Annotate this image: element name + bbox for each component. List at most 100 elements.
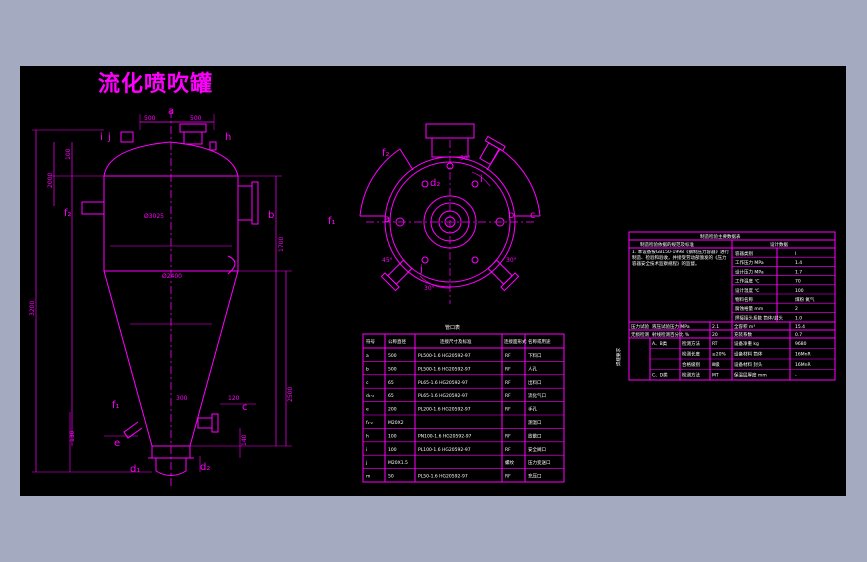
design-table-title: 制造检验主要数据表 [700, 233, 741, 240]
nozzle-cell-r3-c1: 65 [388, 393, 394, 399]
dim-120: 120 [228, 395, 240, 402]
nozzle-cell-r3-c2: PL65-1.6 HG20592-97 [418, 393, 468, 399]
plan-angle-1: 30° [460, 155, 471, 162]
nozzle-cell-r8-c0: j [365, 460, 367, 466]
design-data-label-2: 设计压力 MPa [735, 268, 764, 275]
nozzle-header-purpose: 名称或用途 [528, 338, 551, 345]
label-h: h [225, 132, 231, 143]
dim-140: 140 [241, 434, 248, 446]
nozzle-cell-r4-c1: 200 [388, 407, 397, 413]
nozzle-cell-r9-c0: m [366, 475, 370, 480]
nozzle-cell-r0-c1: 500 [388, 353, 397, 359]
plan-label-f1: f₁ [328, 216, 336, 227]
nozzle-cell-r6-c3: RF [505, 433, 511, 439]
label-c: c [242, 402, 248, 413]
nozzle-cell-r5-c4: 测温口 [528, 419, 542, 426]
shell-diameter: Ø3025 [144, 213, 164, 220]
label-j: j [107, 132, 111, 143]
nozzle-cell-r4-c4: 手孔 [528, 406, 537, 413]
nozzle-cell-r6-c4: 放散口 [528, 432, 542, 439]
plan-label-a: a [384, 214, 390, 225]
cone-right [189, 270, 239, 447]
design-data-value-5: 煤粉 氮气 [795, 296, 815, 303]
drawing-sheet: 流化喷吹罐 a h i j b f₂ f₁ e c d₁ d₂ 500 500 … [20, 66, 846, 496]
dim-head-height: 2000 [47, 173, 54, 188]
design-lower-e-1: 0.7 [795, 332, 802, 338]
nozzle-cell-r7-c4: 安全阀口 [528, 446, 546, 453]
nozzle-cell-r6-c0: h [366, 433, 369, 439]
dim-total-height: 3200 [29, 301, 36, 316]
design-data-value-0: Ⅰ [795, 251, 796, 257]
design-data-value-3: 70 [795, 279, 801, 285]
dim-500-right: 500 [190, 115, 202, 122]
design-data-value-7: 1.0 [795, 315, 802, 321]
design-lower-d-1: 充装系数 [734, 331, 752, 338]
design-lower-c-0: 2.1 [712, 324, 719, 330]
nozzle-cell-r7-c3: RF [505, 447, 511, 453]
nozzle-header-symbol: 符号 [366, 338, 375, 345]
plan-label-c: c [530, 210, 536, 221]
nozzle-cell-r1-c2: PL500-1.6 HG20592-97 [418, 366, 471, 372]
design-data-value-1: 1.4 [795, 260, 802, 266]
nozzle-cell-r9-c1: 50 [388, 474, 394, 480]
design-group-b-0: 检测方法 [682, 340, 700, 347]
nozzle-header-face: 连接面形式 [504, 338, 527, 345]
design-group-c-0: RT [712, 341, 718, 347]
plan-label-i: i [480, 174, 483, 185]
design-group-e-2: 16MnR [795, 362, 811, 368]
nozzle-cell-r8-c1: M20X1.5 [388, 460, 408, 466]
cone-diameter: Ø2400 [162, 273, 182, 280]
nozzle-cell-r7-c2: PL100-1.6 HG20592-97 [418, 447, 471, 453]
nozzle-cell-r4-c3: RF [505, 407, 511, 413]
label-b: b [268, 210, 274, 221]
design-group-e-1: 16MnR [795, 352, 811, 358]
nozzle-cell-r3-c4: 流化气口 [528, 392, 546, 399]
label-f1: f₁ [112, 400, 120, 411]
nozzle-cell-r1-c1: 500 [388, 366, 397, 372]
design-table-right-header: 设计数据 [770, 241, 788, 248]
design-group-d-1: 设备材料 筒体 [734, 351, 763, 358]
nozzle-header-size: 公称直径 [388, 338, 406, 345]
design-lower-c-1: 20 [712, 332, 718, 338]
nozzle-cell-r2-c3: RF [505, 380, 511, 386]
design-data-label-1: 工作压力 MPa [735, 259, 764, 266]
nozzle-cell-r1-c0: b [366, 366, 369, 372]
design-data-label-0: 容器类别 [735, 250, 753, 257]
plan-angle-3: 30° [506, 257, 517, 264]
nozzle-cell-r6-c1: 100 [388, 433, 397, 439]
plan-label-j: j [419, 264, 423, 275]
nozzle-cell-r1-c3: RF [505, 366, 511, 372]
design-notes-box: 1. 本设备按GB150-1998《钢制压力容器》进行制造、检验和验收，并接受劳… [632, 250, 729, 267]
nozzle-cell-r3-c0: d₁-₂ [366, 393, 374, 399]
nozzle-cell-r9-c3: RF [505, 474, 511, 480]
nozzle-cell-r4-c0: e [366, 408, 369, 413]
design-lower-b-0: 液压试验压力 MPa [652, 323, 690, 330]
nozzle-cell-r4-c2: PL200-1.6 HG20592-97 [418, 407, 471, 413]
nozzle-cell-r1-c4: 人孔 [528, 365, 537, 372]
design-group-e-0: 9680 [795, 341, 807, 347]
design-group-e-3: - [795, 374, 797, 379]
nozzle-cell-r2-c2: PL65-1.6 HG20592-97 [418, 380, 468, 386]
nozzle-header-standard: 连接尺寸及标准 [440, 338, 472, 345]
design-group-b-2: 合格级别 [682, 361, 700, 368]
design-data-value-6: 2 [795, 306, 798, 312]
design-notes: 1. 本设备按GB150-1998《钢制压力容器》进行制造、检验和验收，并接受劳… [632, 250, 729, 267]
nozzle-cell-r0-c3: RF [505, 353, 511, 359]
label-d1: d₁ [130, 464, 140, 475]
design-data-label-4: 设计温度 ℃ [735, 287, 759, 294]
nozzle-cell-r8-c3: 螺纹 [505, 459, 514, 466]
nozzle-table-rows: a 500 PL500-1.6 HG20592-97 RF 下料口 b 500 PL500-1… [365, 352, 551, 480]
dim-500-left: 500 [144, 115, 156, 122]
dim-100: 100 [65, 148, 72, 160]
design-lower-a-0: 压力试验 [631, 323, 649, 330]
nozzle-cell-r2-c1: 65 [388, 380, 394, 386]
design-group-b-3: 检测方法 [682, 372, 700, 379]
elevation-view [32, 110, 292, 486]
nozzle-cell-r5-c1: M20X2 [388, 420, 404, 426]
design-data-label-5: 物料名称 [735, 296, 753, 303]
design-lower-e-0: 15.4 [795, 324, 805, 330]
nozzle-cell-r9-c4: 充压口 [528, 473, 542, 480]
design-lower-d-0: 全容积 m³ [734, 323, 755, 330]
label-d2: d₂ [200, 462, 210, 473]
design-table-left-header: 制造检验依据的规范及标准 [640, 241, 694, 248]
